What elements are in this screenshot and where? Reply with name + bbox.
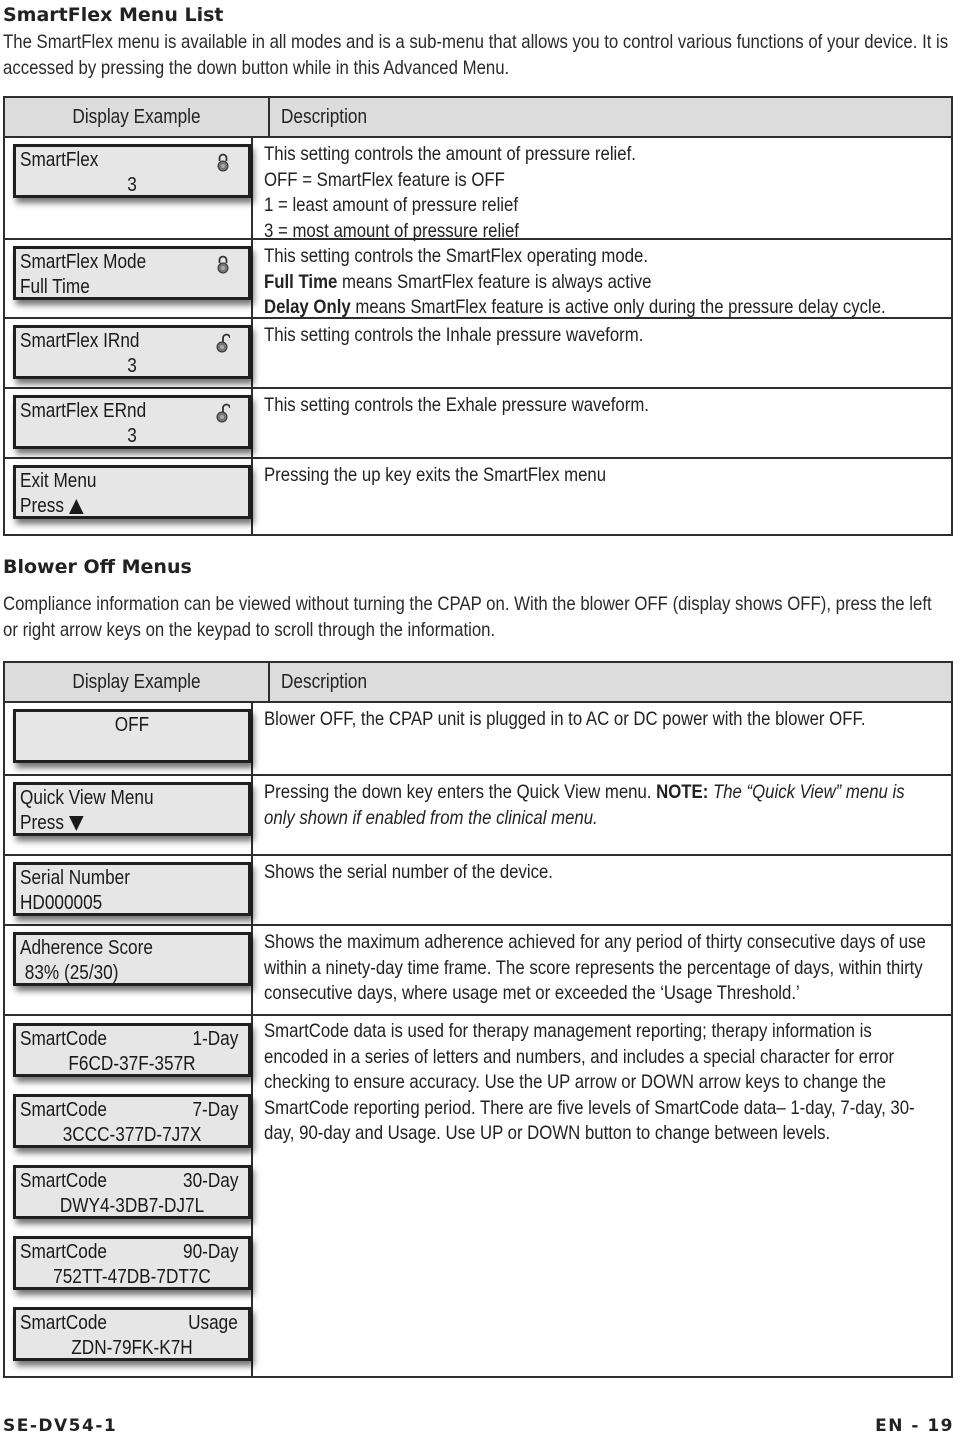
blower-intro: Compliance information can be viewed wit… (3, 593, 932, 641)
description-text: Pressing the down key enters the Quick V… (264, 781, 657, 803)
description-line: Pressing the up key exits the SmartFlex … (264, 464, 607, 486)
display-code: F6CD-37F-357R (68, 1053, 196, 1075)
col-header-display: Display Example (72, 105, 201, 128)
display-line2: Press (20, 811, 244, 836)
section-title-blower-off: Blower Off Menus (3, 556, 192, 578)
table-row: Exit Menu Press Pressing the up key exit… (5, 459, 951, 534)
description-line: This setting controls the SmartFlex oper… (264, 245, 649, 267)
display-line2: HD000005 (20, 892, 103, 914)
display-line2: Full Time (20, 276, 90, 298)
lcd-display: SmartCode Usage ZDN-79FK-K7H (13, 1307, 251, 1361)
description-line: 1 = least amount of pressure relief (264, 194, 519, 216)
press-label: Press (20, 812, 64, 834)
display-line1: Quick View Menu (20, 787, 154, 809)
display-period: 90-Day (182, 1241, 238, 1263)
section-title-smartflex: SmartFlex Menu List (3, 4, 224, 26)
lcd-display: Quick View Menu Press (13, 782, 251, 836)
col-header-description: Description (281, 105, 368, 128)
description-line: This setting controls the Exhale pressur… (264, 394, 649, 416)
table-row: SmartCode 1-Day F6CD-37F-357R SmartCode … (5, 1016, 951, 1378)
term-text: means SmartFlex feature is always active (337, 270, 652, 293)
lcd-display: Serial Number HD000005 (13, 862, 251, 916)
footer-page-number: EN - 19 (875, 1416, 954, 1436)
term-bold: Delay Only (264, 296, 351, 318)
description-paragraph: Pressing the down key enters the Quick V… (264, 780, 926, 831)
col-header-display: Display Example (72, 670, 201, 693)
display-value: OFF (114, 714, 150, 736)
table-row: SmartFlex IRnd 3 This setting controls t… (5, 319, 951, 389)
lcd-display: OFF (13, 709, 251, 763)
lcd-display: SmartFlex IRnd 3 (13, 325, 251, 379)
description-line: This setting controls the Inhale pressur… (264, 324, 644, 346)
lcd-display: SmartFlex 3 (13, 144, 251, 198)
description-line: This setting controls the amount of pres… (264, 143, 636, 165)
table-row: SmartFlex ERnd 3 This setting controls t… (5, 389, 951, 459)
table-row: OFF Blower OFF, the CPAP unit is plugged… (5, 703, 951, 776)
lcd-display: SmartCode 7-Day 3CCC-377D-7J7X (13, 1094, 251, 1148)
display-line1: SmartFlex Mode (20, 251, 147, 273)
display-period: 30-Day (182, 1170, 238, 1192)
description-line: OFF = SmartFlex feature is OFF (264, 168, 505, 191)
table-row: Serial Number HD000005 Shows the serial … (5, 856, 951, 926)
lcd-display: SmartCode 1-Day F6CD-37F-357R (13, 1023, 251, 1077)
blower-off-table: Display Example Description OFF Blower O… (3, 661, 953, 1378)
description-line: 3 = most amount of pressure relief (264, 219, 519, 242)
table-row: Quick View Menu Press Pressing the down … (5, 776, 951, 856)
lcd-display: SmartCode 30-Day DWY4-3DB7-DJ7L (13, 1165, 251, 1219)
lock-closed-icon (217, 153, 229, 172)
lcd-display: Adherence Score 83% (25/30) (13, 932, 251, 986)
term-bold: Full Time (264, 270, 338, 293)
display-line1: Adherence Score (20, 937, 153, 959)
display-line1: Exit Menu (20, 470, 97, 492)
smartflex-table: Display Example Description SmartFlex 3 … (3, 96, 953, 536)
press-label: Press (20, 495, 64, 517)
display-value: 3 (127, 355, 137, 377)
table-header: Display Example Description (5, 98, 951, 138)
description-paragraph: Shows the maximum adherence achieved for… (264, 931, 926, 1004)
lcd-display: SmartCode 90-Day 752TT-47DB-7DT7C (13, 1236, 251, 1290)
table-header: Display Example Description (5, 663, 951, 703)
lock-open-icon (216, 333, 230, 353)
lock-open-icon (216, 403, 230, 423)
description-line: Full Time means SmartFlex feature is alw… (264, 270, 926, 296)
lcd-display: Exit Menu Press (13, 465, 251, 519)
display-code: DWY4-3DB7-DJ7L (59, 1195, 205, 1217)
display-line1: Serial Number (20, 867, 130, 889)
display-value: 3 (127, 425, 137, 447)
footer-doc-code: SE-DV54-1 (3, 1416, 118, 1436)
display-line2: 83% (25/30) (20, 962, 119, 984)
display-line1: SmartFlex (20, 149, 99, 171)
table-row: Adherence Score 83% (25/30) Shows the ma… (5, 926, 951, 1016)
display-period: 1-Day (192, 1028, 238, 1050)
table-row: SmartFlex Mode Full Time This setting co… (5, 240, 951, 319)
description-line: Blower OFF, the CPAP unit is plugged in … (264, 708, 866, 730)
table-row: SmartFlex 3 This setting controls the am… (5, 138, 951, 242)
lock-closed-icon (217, 255, 229, 274)
down-arrow-icon (69, 816, 84, 832)
smartflex-intro: The SmartFlex menu is available in all m… (3, 31, 949, 79)
description-line: Delay Only means SmartFlex feature is ac… (264, 295, 926, 321)
description-line: Shows the serial number of the device. (264, 861, 553, 883)
col-header-description: Description (281, 670, 368, 693)
display-code: 752TT-47DB-7DT7C (53, 1266, 211, 1288)
lcd-display: SmartFlex Mode Full Time (13, 246, 251, 300)
up-arrow-icon (69, 499, 84, 515)
display-line1: SmartFlex ERnd (20, 400, 147, 422)
term-text: means SmartFlex feature is active only d… (350, 296, 886, 318)
display-line2: Press (20, 494, 244, 519)
display-code: 3CCC-377D-7J7X (62, 1124, 202, 1146)
description-paragraph: SmartCode data is used for therapy manag… (264, 1020, 915, 1144)
lcd-display: SmartFlex ERnd 3 (13, 395, 251, 449)
display-period: Usage (188, 1312, 238, 1334)
display-period: 7-Day (192, 1099, 238, 1121)
display-line1: SmartFlex IRnd (20, 330, 140, 352)
display-code: ZDN-79FK-K7H (71, 1337, 193, 1359)
display-value: 3 (127, 174, 137, 196)
note-label: NOTE: (656, 781, 709, 803)
